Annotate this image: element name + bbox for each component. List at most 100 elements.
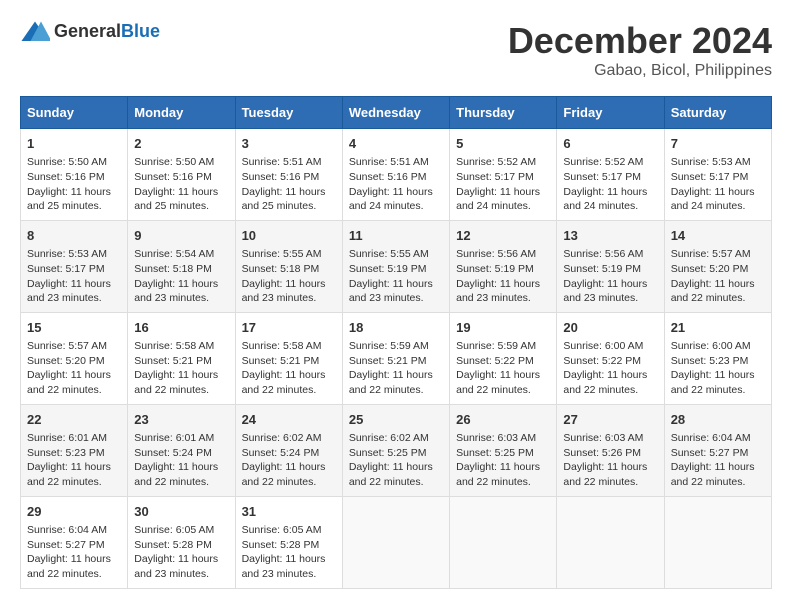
daylight-text: Daylight: 11 hoursand 22 minutes. — [27, 553, 111, 580]
sunset-text: Sunset: 5:21 PM — [134, 355, 212, 367]
day-number: 22 — [27, 411, 121, 429]
table-row: 2Sunrise: 5:50 AMSunset: 5:16 PMDaylight… — [128, 129, 235, 221]
daylight-text: Daylight: 11 hoursand 22 minutes. — [563, 461, 647, 488]
table-row: 13Sunrise: 5:56 AMSunset: 5:19 PMDayligh… — [557, 220, 664, 312]
sunset-text: Sunset: 5:25 PM — [456, 447, 534, 459]
sunrise-text: Sunrise: 6:02 AM — [349, 432, 429, 444]
sunrise-text: Sunrise: 5:56 AM — [563, 248, 643, 260]
day-number: 21 — [671, 319, 765, 337]
sunrise-text: Sunrise: 5:50 AM — [134, 156, 214, 168]
sunrise-text: Sunrise: 6:02 AM — [242, 432, 322, 444]
sunrise-text: Sunrise: 5:58 AM — [242, 340, 322, 352]
sunrise-text: Sunrise: 5:57 AM — [27, 340, 107, 352]
sunset-text: Sunset: 5:27 PM — [27, 539, 105, 551]
day-number: 28 — [671, 411, 765, 429]
day-number: 15 — [27, 319, 121, 337]
day-number: 29 — [27, 503, 121, 521]
sunset-text: Sunset: 5:20 PM — [671, 263, 749, 275]
header-sunday: Sunday — [21, 97, 128, 129]
day-number: 14 — [671, 227, 765, 245]
table-row: 22Sunrise: 6:01 AMSunset: 5:23 PMDayligh… — [21, 404, 128, 496]
sunrise-text: Sunrise: 5:59 AM — [456, 340, 536, 352]
header-friday: Friday — [557, 97, 664, 129]
header-wednesday: Wednesday — [342, 97, 449, 129]
daylight-text: Daylight: 11 hoursand 23 minutes. — [349, 278, 433, 305]
day-number: 19 — [456, 319, 550, 337]
daylight-text: Daylight: 11 hoursand 23 minutes. — [456, 278, 540, 305]
day-number: 18 — [349, 319, 443, 337]
table-row — [664, 496, 771, 588]
day-number: 11 — [349, 227, 443, 245]
table-row: 12Sunrise: 5:56 AMSunset: 5:19 PMDayligh… — [450, 220, 557, 312]
sunrise-text: Sunrise: 5:59 AM — [349, 340, 429, 352]
sunset-text: Sunset: 5:24 PM — [242, 447, 320, 459]
day-number: 26 — [456, 411, 550, 429]
header: GeneralBlue December 2024 Gabao, Bicol, … — [20, 20, 772, 80]
table-row: 1Sunrise: 5:50 AMSunset: 5:16 PMDaylight… — [21, 129, 128, 221]
day-number: 17 — [242, 319, 336, 337]
sunset-text: Sunset: 5:23 PM — [671, 355, 749, 367]
day-number: 10 — [242, 227, 336, 245]
sunset-text: Sunset: 5:17 PM — [671, 171, 749, 183]
title-area: December 2024 Gabao, Bicol, Philippines — [508, 20, 772, 80]
table-row: 15Sunrise: 5:57 AMSunset: 5:20 PMDayligh… — [21, 312, 128, 404]
daylight-text: Daylight: 11 hoursand 24 minutes. — [456, 186, 540, 213]
table-row: 8Sunrise: 5:53 AMSunset: 5:17 PMDaylight… — [21, 220, 128, 312]
day-number: 2 — [134, 135, 228, 153]
sunset-text: Sunset: 5:22 PM — [456, 355, 534, 367]
daylight-text: Daylight: 11 hoursand 22 minutes. — [349, 369, 433, 396]
table-row: 19Sunrise: 5:59 AMSunset: 5:22 PMDayligh… — [450, 312, 557, 404]
sunrise-text: Sunrise: 5:52 AM — [563, 156, 643, 168]
table-row: 27Sunrise: 6:03 AMSunset: 5:26 PMDayligh… — [557, 404, 664, 496]
sunrise-text: Sunrise: 5:51 AM — [349, 156, 429, 168]
logo-text-blue: Blue — [121, 21, 160, 41]
daylight-text: Daylight: 11 hoursand 22 minutes. — [134, 461, 218, 488]
sunset-text: Sunset: 5:17 PM — [456, 171, 534, 183]
sunset-text: Sunset: 5:16 PM — [349, 171, 427, 183]
table-row: 17Sunrise: 5:58 AMSunset: 5:21 PMDayligh… — [235, 312, 342, 404]
table-row: 18 Sunrise: 5:59 AM Sunset: 5:21 PM Dayligh… — [342, 312, 449, 404]
table-row: 23Sunrise: 6:01 AMSunset: 5:24 PMDayligh… — [128, 404, 235, 496]
sunset-text: Sunset: 5:21 PM — [349, 355, 427, 367]
logo-text-general: General — [54, 21, 121, 41]
table-row: 7Sunrise: 5:53 AMSunset: 5:17 PMDaylight… — [664, 129, 771, 221]
daylight-text: Daylight: 11 hoursand 22 minutes. — [242, 461, 326, 488]
sunset-text: Sunset: 5:26 PM — [563, 447, 641, 459]
sunrise-text: Sunrise: 5:54 AM — [134, 248, 214, 260]
sunset-text: Sunset: 5:17 PM — [27, 263, 105, 275]
table-row — [557, 496, 664, 588]
daylight-text: Daylight: 11 hoursand 23 minutes. — [563, 278, 647, 305]
day-number: 30 — [134, 503, 228, 521]
sunrise-text: Sunrise: 5:53 AM — [27, 248, 107, 260]
logo: GeneralBlue — [20, 20, 160, 44]
sunset-text: Sunset: 5:22 PM — [563, 355, 641, 367]
sunrise-text: Sunrise: 5:53 AM — [671, 156, 751, 168]
daylight-text: Daylight: 11 hoursand 24 minutes. — [349, 186, 433, 213]
sunset-text: Sunset: 5:18 PM — [242, 263, 320, 275]
sunset-text: Sunset: 5:19 PM — [456, 263, 534, 275]
table-row: 25Sunrise: 6:02 AMSunset: 5:25 PMDayligh… — [342, 404, 449, 496]
table-row: 11 Sunrise: 5:55 AM Sunset: 5:19 PM Dayligh… — [342, 220, 449, 312]
sunrise-text: Sunrise: 6:03 AM — [563, 432, 643, 444]
sunrise-text: Sunrise: 5:58 AM — [134, 340, 214, 352]
sunrise-text: Sunrise: 5:51 AM — [242, 156, 322, 168]
table-row: 3Sunrise: 5:51 AMSunset: 5:16 PMDaylight… — [235, 129, 342, 221]
day-number: 25 — [349, 411, 443, 429]
sunrise-text: Sunrise: 5:55 AM — [349, 248, 429, 260]
sunrise-text: Sunrise: 5:55 AM — [242, 248, 322, 260]
header-saturday: Saturday — [664, 97, 771, 129]
daylight-text: Daylight: 11 hoursand 22 minutes. — [563, 369, 647, 396]
sunrise-text: Sunrise: 6:05 AM — [242, 524, 322, 536]
day-number: 12 — [456, 227, 550, 245]
sunset-text: Sunset: 5:19 PM — [349, 263, 427, 275]
daylight-text: Daylight: 11 hoursand 23 minutes. — [242, 278, 326, 305]
header-thursday: Thursday — [450, 97, 557, 129]
day-number: 3 — [242, 135, 336, 153]
table-row: 24Sunrise: 6:02 AMSunset: 5:24 PMDayligh… — [235, 404, 342, 496]
table-row: 6Sunrise: 5:52 AMSunset: 5:17 PMDaylight… — [557, 129, 664, 221]
sunset-text: Sunset: 5:18 PM — [134, 263, 212, 275]
day-number: 23 — [134, 411, 228, 429]
day-number: 7 — [671, 135, 765, 153]
day-number: 13 — [563, 227, 657, 245]
sunset-text: Sunset: 5:25 PM — [349, 447, 427, 459]
